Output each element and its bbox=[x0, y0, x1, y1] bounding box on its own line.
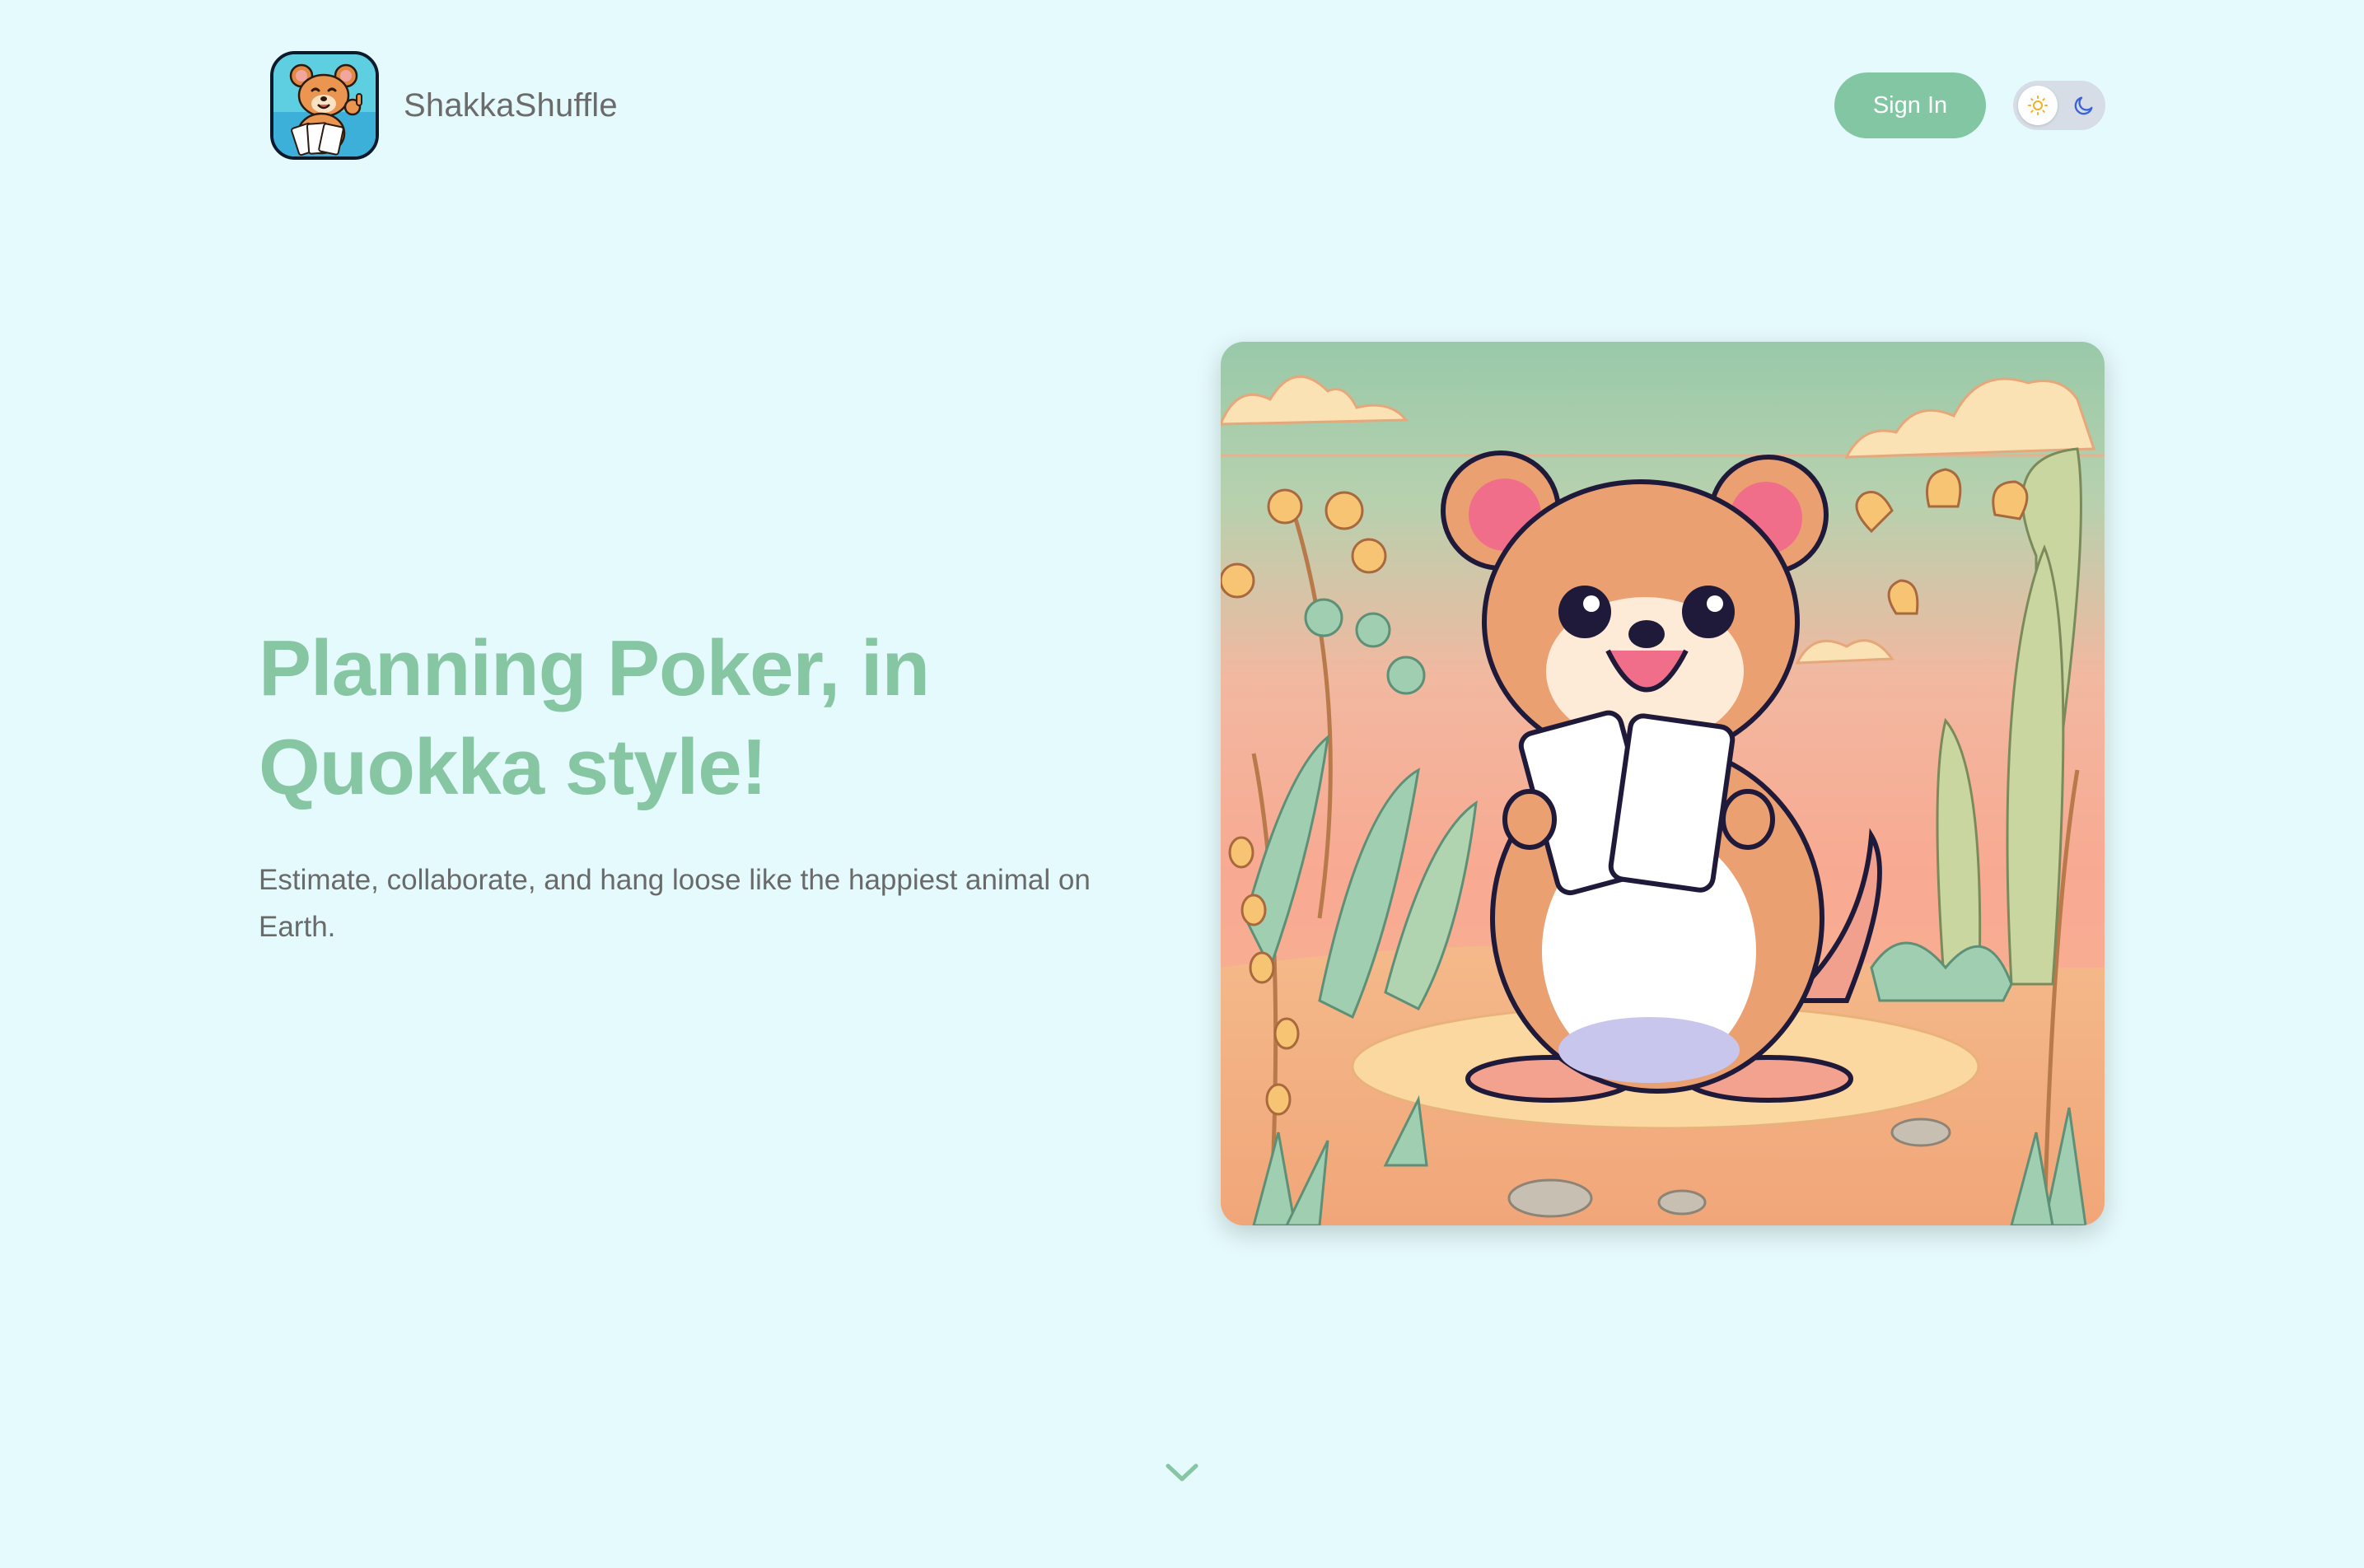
hero-title: Planning Poker, in Quokka style! bbox=[259, 619, 1165, 817]
sun-icon bbox=[2028, 96, 2048, 115]
sign-in-button[interactable]: Sign In bbox=[1834, 72, 1986, 138]
theme-toggle[interactable] bbox=[2013, 81, 2105, 130]
theme-toggle-knob[interactable] bbox=[2018, 86, 2058, 125]
top-nav: ShakkaShuffle Sign In bbox=[0, 0, 2364, 214]
brand-name[interactable]: ShakkaShuffle bbox=[404, 87, 618, 124]
hero-title-line2: Quokka style! bbox=[259, 723, 768, 811]
brand[interactable]: ShakkaShuffle bbox=[270, 51, 618, 160]
hero-title-line1: Planning Poker, in bbox=[259, 624, 930, 712]
hero-subtitle: Estimate, collaborate, and hang loose li… bbox=[259, 864, 1091, 943]
chevron-down-icon[interactable] bbox=[1161, 1456, 1203, 1489]
moon-icon[interactable] bbox=[2072, 94, 2095, 117]
quokka-logo-icon[interactable] bbox=[270, 51, 379, 160]
quokka-holding-cards-illustration bbox=[1221, 342, 2105, 1225]
landing-page: ShakkaShuffle Sign In Planning Poker, in… bbox=[0, 0, 2364, 1568]
